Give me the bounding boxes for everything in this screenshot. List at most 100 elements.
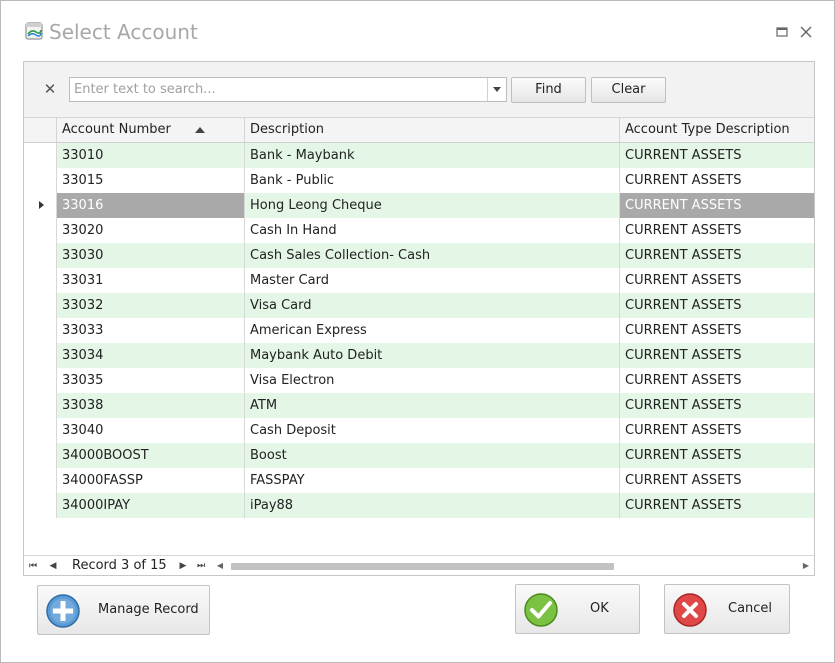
cell-description[interactable]: Boost <box>245 443 620 468</box>
cell-account-number[interactable]: 33035 <box>57 368 245 393</box>
cell-account-type[interactable]: CURRENT ASSETS <box>620 368 814 393</box>
cell-description[interactable]: Cash Sales Collection- Cash <box>245 243 620 268</box>
table-row[interactable]: 33038 ATM CURRENT ASSETS <box>24 393 814 418</box>
row-indicator-cell[interactable] <box>24 218 57 243</box>
cell-account-type[interactable]: CURRENT ASSETS <box>620 143 814 168</box>
table-row[interactable]: 33035 Visa Electron CURRENT ASSETS <box>24 368 814 393</box>
previous-record-icon[interactable]: ◀ <box>46 558 60 574</box>
cancel-label: Cancel <box>728 601 773 616</box>
cancel-button[interactable]: Cancel <box>664 584 790 634</box>
cell-description[interactable]: Cash Deposit <box>245 418 620 443</box>
cell-account-type[interactable]: CURRENT ASSETS <box>620 443 814 468</box>
cell-account-type[interactable]: CURRENT ASSETS <box>620 193 814 218</box>
table-row[interactable]: 33020 Cash In Hand CURRENT ASSETS <box>24 218 814 243</box>
cell-account-number[interactable]: 33020 <box>57 218 245 243</box>
table-row[interactable]: 33010 Bank - Maybank CURRENT ASSETS <box>24 143 814 168</box>
table-row[interactable]: 33031 Master Card CURRENT ASSETS <box>24 268 814 293</box>
cell-description[interactable]: Bank - Public <box>245 168 620 193</box>
row-indicator-cell[interactable] <box>24 493 57 518</box>
table-row[interactable]: 33034 Maybank Auto Debit CURRENT ASSETS <box>24 343 814 368</box>
cell-account-number[interactable]: 33030 <box>57 243 245 268</box>
row-indicator-cell[interactable] <box>24 268 57 293</box>
cell-account-type[interactable]: CURRENT ASSETS <box>620 468 814 493</box>
scrollbar-thumb[interactable] <box>231 563 614 570</box>
cell-description[interactable]: FASSPAY <box>245 468 620 493</box>
last-record-icon[interactable]: ⏭ <box>194 558 208 574</box>
next-record-icon[interactable]: ▶ <box>176 558 190 574</box>
cell-account-type[interactable]: CURRENT ASSETS <box>620 393 814 418</box>
cell-account-number[interactable]: 33038 <box>57 393 245 418</box>
current-row-arrow-icon <box>39 201 44 209</box>
grid-body: 33010 Bank - Maybank CURRENT ASSETS 33015 Ba… <box>24 143 814 555</box>
cell-account-type[interactable]: CURRENT ASSETS <box>620 318 814 343</box>
table-row[interactable]: 33032 Visa Card CURRENT ASSETS <box>24 293 814 318</box>
cell-description[interactable]: Cash In Hand <box>245 218 620 243</box>
row-indicator-cell[interactable] <box>24 468 57 493</box>
cell-description[interactable]: Maybank Auto Debit <box>245 343 620 368</box>
cell-account-number[interactable]: 33010 <box>57 143 245 168</box>
cell-description[interactable]: Visa Card <box>245 293 620 318</box>
cell-account-type[interactable]: CURRENT ASSETS <box>620 243 814 268</box>
cell-account-type[interactable]: CURRENT ASSETS <box>620 268 814 293</box>
cell-account-type[interactable]: CURRENT ASSETS <box>620 418 814 443</box>
cell-account-number[interactable]: 34000FASSP <box>57 468 245 493</box>
cell-account-number[interactable]: 33031 <box>57 268 245 293</box>
cell-account-type[interactable]: CURRENT ASSETS <box>620 168 814 193</box>
cell-description[interactable]: Bank - Maybank <box>245 143 620 168</box>
table-row[interactable]: 33015 Bank - Public CURRENT ASSETS <box>24 168 814 193</box>
cell-description[interactable]: Master Card <box>245 268 620 293</box>
cell-description[interactable]: iPay88 <box>245 493 620 518</box>
maximize-icon[interactable] <box>773 23 791 41</box>
clear-button[interactable]: Clear <box>591 77 666 103</box>
cell-description[interactable]: Visa Electron <box>245 368 620 393</box>
column-header-description[interactable]: Description <box>245 118 620 142</box>
cell-description[interactable]: American Express <box>245 318 620 343</box>
ok-button[interactable]: OK <box>515 584 640 634</box>
table-row[interactable]: 33033 American Express CURRENT ASSETS <box>24 318 814 343</box>
row-indicator-cell[interactable] <box>24 318 57 343</box>
row-indicator-cell[interactable] <box>24 368 57 393</box>
table-row[interactable]: 34000BOOST Boost CURRENT ASSETS <box>24 443 814 468</box>
row-indicator-cell[interactable] <box>24 143 57 168</box>
column-header-account-number[interactable]: Account Number <box>57 118 245 142</box>
cell-account-type[interactable]: CURRENT ASSETS <box>620 343 814 368</box>
cell-account-number[interactable]: 33034 <box>57 343 245 368</box>
cell-account-number[interactable]: 33016 <box>57 193 245 218</box>
horizontal-scrollbar[interactable]: ◀ ▶ <box>214 559 812 573</box>
first-record-icon[interactable]: ⏮ <box>26 558 40 574</box>
scroll-left-icon[interactable]: ◀ <box>214 559 226 573</box>
cell-account-number[interactable]: 33033 <box>57 318 245 343</box>
row-indicator-cell[interactable] <box>24 393 57 418</box>
find-button[interactable]: Find <box>511 77 586 103</box>
table-row[interactable]: 33016 Hong Leong Cheque CURRENT ASSETS <box>24 193 814 218</box>
table-row[interactable]: 33030 Cash Sales Collection- Cash CURRENT … <box>24 243 814 268</box>
row-indicator-cell[interactable] <box>24 293 57 318</box>
cell-account-type[interactable]: CURRENT ASSETS <box>620 218 814 243</box>
cell-description[interactable]: ATM <box>245 393 620 418</box>
table-row[interactable]: 33040 Cash Deposit CURRENT ASSETS <box>24 418 814 443</box>
row-indicator-cell[interactable] <box>24 243 57 268</box>
cell-account-number[interactable]: 34000BOOST <box>57 443 245 468</box>
cell-account-number[interactable]: 34000IPAY <box>57 493 245 518</box>
row-indicator-cell[interactable] <box>24 418 57 443</box>
cell-description[interactable]: Hong Leong Cheque <box>245 193 620 218</box>
column-header-account-type[interactable]: Account Type Description <box>620 118 814 142</box>
close-icon[interactable] <box>797 23 815 41</box>
cell-account-number[interactable]: 33015 <box>57 168 245 193</box>
cell-account-type[interactable]: CURRENT ASSETS <box>620 293 814 318</box>
cell-account-type[interactable]: CURRENT ASSETS <box>620 493 814 518</box>
row-indicator-cell[interactable] <box>24 168 57 193</box>
cell-account-number[interactable]: 33040 <box>57 418 245 443</box>
close-search-icon[interactable]: ✕ <box>42 79 58 99</box>
row-indicator-cell[interactable] <box>24 343 57 368</box>
manage-record-button[interactable]: Manage Record <box>37 585 210 635</box>
cell-account-number[interactable]: 33032 <box>57 293 245 318</box>
row-indicator-cell[interactable] <box>24 443 57 468</box>
chevron-down-icon[interactable] <box>487 78 506 101</box>
table-row[interactable]: 34000IPAY iPay88 CURRENT ASSETS <box>24 493 814 518</box>
row-indicator-header <box>24 118 57 142</box>
search-input[interactable] <box>69 77 507 102</box>
table-row[interactable]: 34000FASSP FASSPAY CURRENT ASSETS <box>24 468 814 493</box>
row-indicator-cell[interactable] <box>24 193 57 218</box>
scroll-right-icon[interactable]: ▶ <box>800 559 812 573</box>
